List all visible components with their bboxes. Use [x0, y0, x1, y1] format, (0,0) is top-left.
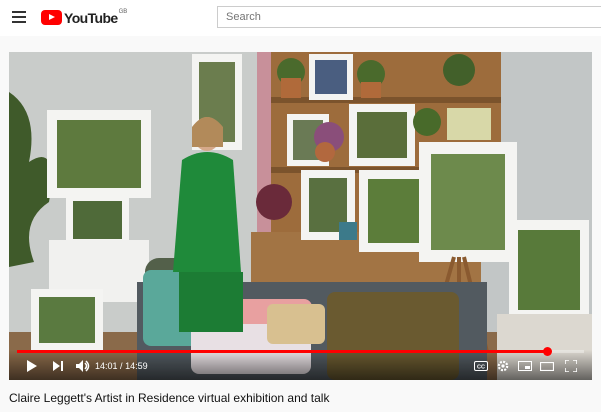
- video-frame: [9, 52, 592, 380]
- logo-region: GB: [118, 8, 128, 15]
- player-controls: 14:01 / 14:59 CC: [9, 347, 592, 380]
- volume-icon[interactable]: [75, 358, 91, 374]
- progress-scrubber[interactable]: [543, 347, 553, 356]
- youtube-logo[interactable]: YouTube GB: [41, 9, 127, 26]
- subtitles-icon[interactable]: CC: [473, 358, 489, 374]
- search-input[interactable]: [217, 6, 601, 28]
- progress-fill: [17, 350, 548, 353]
- logo-text: YouTube: [64, 9, 118, 26]
- video-title: Claire Leggett's Artist in Residence vir…: [9, 391, 330, 405]
- top-bar: YouTube GB: [0, 0, 601, 36]
- next-icon[interactable]: [51, 358, 65, 374]
- theater-mode-icon[interactable]: [539, 358, 555, 374]
- settings-icon[interactable]: [495, 358, 511, 374]
- progress-bar[interactable]: [17, 347, 584, 356]
- hamburger-menu-icon[interactable]: [12, 11, 26, 23]
- youtube-play-icon: [41, 10, 62, 25]
- duration: 14:59: [125, 361, 148, 371]
- play-icon[interactable]: [25, 358, 39, 374]
- current-time: 14:01: [95, 361, 118, 371]
- svg-text:CC: CC: [477, 365, 485, 371]
- fullscreen-icon[interactable]: [563, 358, 579, 374]
- time-display: 14:01 / 14:59: [95, 361, 148, 371]
- video-player[interactable]: 14:01 / 14:59 CC: [9, 52, 592, 380]
- miniplayer-icon[interactable]: [517, 358, 533, 374]
